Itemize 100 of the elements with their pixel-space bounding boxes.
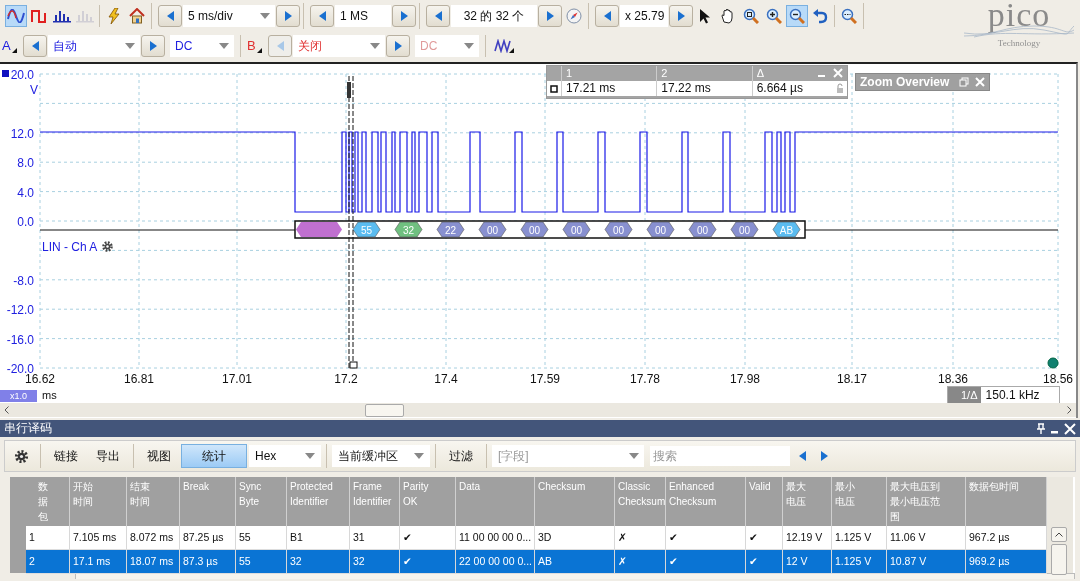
range-dropdown[interactable]: 关闭 xyxy=(293,35,385,57)
view-mode-button[interactable] xyxy=(5,5,27,27)
column-header[interactable]: 结束时间 xyxy=(130,479,150,509)
table-cell: 11.06 V xyxy=(887,526,966,549)
right-arrow-icon xyxy=(284,11,292,21)
next-button[interactable] xyxy=(386,35,410,57)
column-header[interactable]: Frame Identifier xyxy=(353,479,396,509)
logo-tagline: Technology xyxy=(997,38,1041,48)
column-header[interactable]: Parity OK xyxy=(403,479,452,509)
column-header[interactable]: Valid xyxy=(749,479,779,494)
next-button[interactable] xyxy=(141,35,165,57)
column-header[interactable]: Break xyxy=(183,479,232,494)
table-row[interactable]: 2 17.1 ms 18.07 ms 87.3 µs 55 32 32 ✔ 22 00 00 00 0... AB ✗ ✔ ✔ 12 V 1.125 V 10.87 V 969.2 µs xyxy=(26,550,1047,574)
scroll-left-icon[interactable] xyxy=(4,406,9,414)
table-cell: ✗ xyxy=(615,550,666,573)
scrollbar-thumb[interactable] xyxy=(1051,544,1067,575)
scrollbar-thumb[interactable] xyxy=(365,404,404,417)
column-header[interactable]: 数据包 xyxy=(38,479,48,524)
next-button[interactable] xyxy=(392,5,416,27)
table-row[interactable]: 1 7.105 ms 8.072 ms 87.25 µs 55 B1 31 ✔ 11 00 00 00 0... 3D ✗ ✔ ✔ 12.19 V 1.125 V 11.06 V 967.2 µs xyxy=(26,526,1047,550)
column-header[interactable]: Sync Byte xyxy=(239,479,283,509)
left-arrow-icon xyxy=(798,451,806,461)
table-cell: 31 xyxy=(350,526,400,549)
column-header[interactable]: Data xyxy=(459,479,531,494)
column-header[interactable]: Protected Identifier xyxy=(290,479,346,509)
cursor-line[interactable] xyxy=(347,75,351,369)
scroll-right-icon[interactable] xyxy=(1067,406,1072,414)
table-cell: 22 00 00 00 0... xyxy=(456,550,535,573)
table-cell: ✗ xyxy=(615,526,666,549)
column-header[interactable]: 开始时间 xyxy=(73,479,93,509)
compass-button[interactable] xyxy=(563,5,585,27)
field-dropdown[interactable]: [字段] xyxy=(492,445,624,467)
x-axis-unit: ms xyxy=(42,389,57,401)
caret-icon xyxy=(260,13,270,19)
decoded-byte: 32 xyxy=(394,221,423,238)
coupling-dropdown[interactable]: DC xyxy=(415,35,479,57)
cursor-value: 17.22 ms xyxy=(656,81,752,96)
caret-icon xyxy=(305,453,315,459)
column-header[interactable]: 最大电压到最小电压范围 xyxy=(890,479,940,524)
minimize-close-icon[interactable] xyxy=(817,68,843,78)
decoded-byte: 00 xyxy=(688,221,717,238)
buffer-field[interactable]: 32 的 32 个 xyxy=(451,5,537,27)
range-dropdown[interactable]: 自动 xyxy=(48,35,140,57)
column-header[interactable]: 数据包时间 xyxy=(969,479,1043,494)
channel-button[interactable]: B xyxy=(247,35,267,57)
table-cell: 1 xyxy=(26,526,70,549)
source-dropdown[interactable]: 当前缓冲区 xyxy=(332,445,430,467)
right-arrow-icon xyxy=(400,11,408,21)
caret-icon xyxy=(125,43,135,49)
y-axis-label: 8.0 xyxy=(17,156,34,171)
next-button[interactable] xyxy=(669,5,693,27)
vertical-scrollbar[interactable] xyxy=(1047,477,1073,573)
column-header[interactable]: 最大电压 xyxy=(786,479,806,509)
settings-icon[interactable] xyxy=(101,240,114,253)
left-arrow-icon xyxy=(318,11,326,21)
caret-icon xyxy=(414,453,424,459)
pin-minimize-close-icon[interactable] xyxy=(1036,422,1076,435)
cursor-value: 17.21 ms xyxy=(561,81,657,96)
format-dropdown[interactable]: Hex xyxy=(249,445,321,467)
decoded-byte: 00 xyxy=(646,221,675,238)
previous-button[interactable] xyxy=(158,5,182,27)
timebase-dropdown[interactable]: 5 ms/div xyxy=(183,5,275,27)
scroll-up-button[interactable] xyxy=(1051,527,1067,542)
caret-icon[interactable] xyxy=(624,445,644,467)
y-axis-unit: V xyxy=(30,83,38,97)
table-cell: 55 xyxy=(236,550,287,573)
zoom-factor-field[interactable]: x 25.79 xyxy=(620,5,668,27)
restore-close-icon[interactable] xyxy=(959,77,985,87)
toolbar-button[interactable]: 链接 xyxy=(46,444,86,468)
zoom-out-icon xyxy=(789,8,805,24)
column-header[interactable]: Enhanced Checksum xyxy=(669,479,742,509)
column-header[interactable]: Checksum xyxy=(538,479,611,494)
cursor-line[interactable] xyxy=(349,75,358,369)
toolbar-button[interactable]: 导出 xyxy=(88,444,128,468)
horizontal-scrollbar[interactable] xyxy=(75,573,1075,579)
view-tab[interactable]: 视图 xyxy=(139,444,179,468)
previous-button[interactable] xyxy=(595,5,619,27)
frequency-label: 1/Δ xyxy=(948,387,981,403)
search-field[interactable]: 搜索 xyxy=(650,446,790,466)
horizontal-scrollbar[interactable] xyxy=(0,403,1076,417)
next-button[interactable] xyxy=(276,5,300,27)
table-cell: 2 xyxy=(26,550,70,573)
decoded-byte: 00 xyxy=(562,221,591,238)
previous-button[interactable] xyxy=(426,5,450,27)
previous-button[interactable] xyxy=(23,35,47,57)
coupling-dropdown[interactable]: DC xyxy=(170,35,234,57)
pointer-icon xyxy=(699,8,711,24)
samples-field[interactable]: 1 MS xyxy=(335,5,391,27)
trigger-marker[interactable] xyxy=(1047,357,1059,369)
table-cell: ✔ xyxy=(746,550,783,573)
house-icon xyxy=(129,8,145,24)
next-button[interactable] xyxy=(538,5,562,27)
filter-button[interactable]: 过滤 xyxy=(441,444,481,468)
compass-icon xyxy=(566,8,582,24)
column-header[interactable]: 最小电压 xyxy=(835,479,855,509)
zoom-scale-badge: x1.0 xyxy=(0,390,37,402)
view-tab[interactable]: 统计 xyxy=(181,444,247,468)
channel-button[interactable]: A xyxy=(2,35,22,57)
previous-button[interactable] xyxy=(310,5,334,27)
left-arrow-icon xyxy=(166,11,174,21)
